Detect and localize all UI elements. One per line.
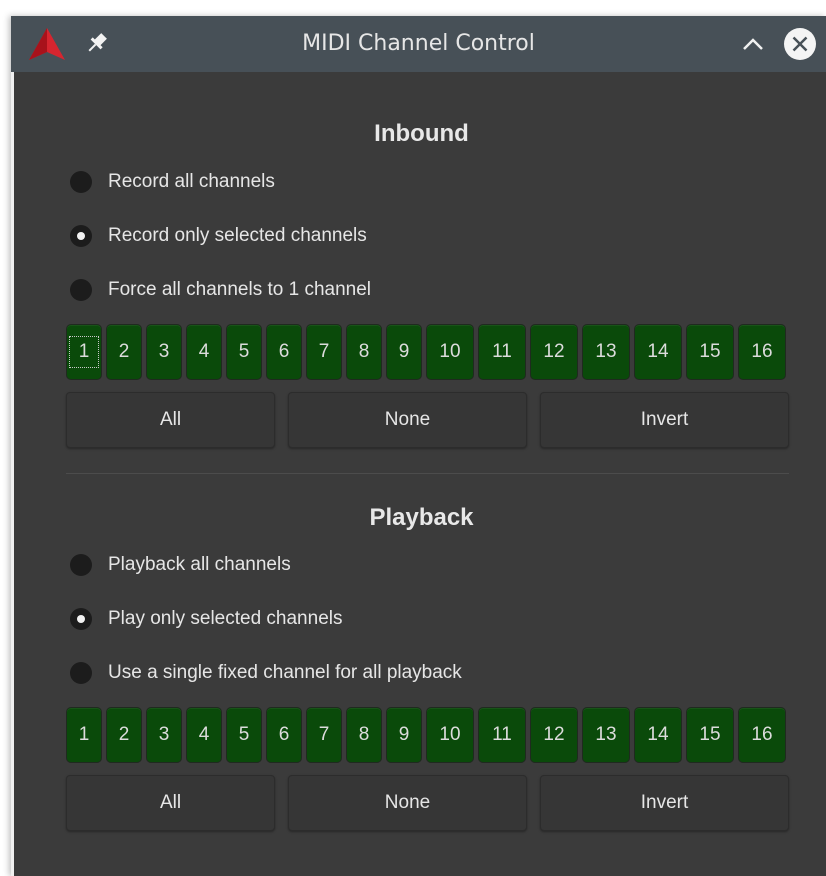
inbound-invert-button[interactable]: Invert	[540, 392, 789, 448]
channel-label: 3	[158, 341, 170, 362]
playback-channel-15[interactable]: 15	[686, 707, 734, 763]
inbound-channel-9[interactable]: 9	[386, 324, 422, 380]
channel-label: 16	[751, 724, 773, 745]
radio-button[interactable]	[70, 554, 92, 576]
channel-label: 6	[278, 341, 290, 362]
channel-label: 7	[318, 724, 330, 745]
radio-button-checked[interactable]	[70, 225, 92, 247]
playback-channel-12[interactable]: 12	[530, 707, 578, 763]
inbound-channel-12[interactable]: 12	[530, 324, 578, 380]
channel-label: 12	[543, 341, 565, 362]
radio-label: Use a single fixed channel for all playb…	[108, 662, 462, 683]
channel-label: 2	[118, 341, 130, 362]
playback-channel-4[interactable]: 4	[186, 707, 222, 763]
playback-channel-1[interactable]: 1	[66, 707, 102, 763]
inbound-channel-7[interactable]: 7	[306, 324, 342, 380]
inbound-channel-14[interactable]: 14	[634, 324, 682, 380]
radio-label: Play only selected channels	[108, 608, 343, 629]
title-bar[interactable]: MIDI Channel Control	[11, 16, 826, 72]
inbound-channel-5[interactable]: 5	[226, 324, 262, 380]
inbound-channel-buttons: 1 2 3 4 5 6 7 8 9 10 11 12 13 14 15 16	[66, 324, 789, 380]
channel-label: 16	[751, 341, 773, 362]
channel-label: 1	[78, 724, 90, 745]
channel-label: 14	[647, 724, 669, 745]
inbound-all-button[interactable]: All	[66, 392, 275, 448]
radio-play-selected[interactable]: Play only selected channels	[70, 605, 342, 633]
channel-label: 10	[439, 724, 461, 745]
channel-label: 15	[699, 724, 721, 745]
channel-label: 8	[358, 724, 370, 745]
inbound-channel-8[interactable]: 8	[346, 324, 382, 380]
radio-record-selected[interactable]: Record only selected channels	[70, 222, 367, 250]
playback-channel-9[interactable]: 9	[386, 707, 422, 763]
playback-channel-11[interactable]: 11	[478, 707, 526, 763]
playback-channel-10[interactable]: 10	[426, 707, 474, 763]
radio-single-fixed[interactable]: Use a single fixed channel for all playb…	[70, 659, 462, 687]
playback-channel-5[interactable]: 5	[226, 707, 262, 763]
channel-label: 10	[439, 341, 461, 362]
radio-label: Record all channels	[108, 171, 275, 192]
inbound-section-title: Inbound	[374, 120, 469, 147]
inbound-channel-15[interactable]: 15	[686, 324, 734, 380]
playback-none-button[interactable]: None	[288, 775, 527, 831]
radio-playback-all[interactable]: Playback all channels	[70, 551, 291, 579]
playback-channel-buttons: 1 2 3 4 5 6 7 8 9 10 11 12 13 14 15 16	[66, 707, 789, 763]
radio-button[interactable]	[70, 279, 92, 301]
channel-label: 13	[595, 341, 617, 362]
channel-label: 9	[398, 724, 410, 745]
inbound-channel-2[interactable]: 2	[106, 324, 142, 380]
radio-button-checked[interactable]	[70, 608, 92, 630]
channel-label: 3	[158, 724, 170, 745]
playback-channel-3[interactable]: 3	[146, 707, 182, 763]
channel-label: 13	[595, 724, 617, 745]
inbound-channel-13[interactable]: 13	[582, 324, 630, 380]
radio-force-single[interactable]: Force all channels to 1 channel	[70, 276, 371, 304]
channel-label: 8	[358, 341, 370, 362]
channel-label: 11	[492, 341, 512, 362]
inbound-channel-1[interactable]: 1	[66, 324, 102, 380]
channel-label: 12	[543, 724, 565, 745]
chevron-up-icon[interactable]	[740, 32, 766, 56]
inbound-channel-6[interactable]: 6	[266, 324, 302, 380]
playback-channel-8[interactable]: 8	[346, 707, 382, 763]
playback-invert-button[interactable]: Invert	[540, 775, 789, 831]
playback-channel-6[interactable]: 6	[266, 707, 302, 763]
playback-channel-13[interactable]: 13	[582, 707, 630, 763]
channel-label: 5	[238, 341, 250, 362]
radio-button[interactable]	[70, 662, 92, 684]
inbound-none-button[interactable]: None	[288, 392, 527, 448]
midi-channel-control-window: MIDI Channel Control Inbound Record all …	[11, 16, 826, 876]
inbound-channel-3[interactable]: 3	[146, 324, 182, 380]
playback-channel-14[interactable]: 14	[634, 707, 682, 763]
playback-all-button[interactable]: All	[66, 775, 275, 831]
radio-label: Record only selected channels	[108, 225, 367, 246]
inbound-channel-10[interactable]: 10	[426, 324, 474, 380]
radio-label: Playback all channels	[108, 554, 291, 575]
section-divider	[66, 473, 789, 474]
playback-channel-2[interactable]: 2	[106, 707, 142, 763]
channel-label: 1	[68, 336, 100, 368]
playback-channel-7[interactable]: 7	[306, 707, 342, 763]
radio-record-all[interactable]: Record all channels	[70, 168, 275, 196]
channel-label: 4	[198, 724, 210, 745]
inbound-channel-11[interactable]: 11	[478, 324, 526, 380]
playback-channel-16[interactable]: 16	[738, 707, 786, 763]
playback-section-title: Playback	[369, 504, 474, 531]
window-title: MIDI Channel Control	[302, 31, 535, 56]
dialog-content: Inbound Record all channels Record only …	[11, 72, 826, 876]
channel-label: 5	[238, 724, 250, 745]
channel-label: 4	[198, 341, 210, 362]
inbound-channel-4[interactable]: 4	[186, 324, 222, 380]
channel-label: 11	[492, 724, 512, 745]
channel-label: 6	[278, 724, 290, 745]
radio-button[interactable]	[70, 171, 92, 193]
radio-label: Force all channels to 1 channel	[108, 279, 371, 300]
close-icon[interactable]	[783, 27, 817, 61]
channel-label: 14	[647, 341, 669, 362]
inbound-channel-16[interactable]: 16	[738, 324, 786, 380]
channel-label: 15	[699, 341, 721, 362]
channel-label: 9	[398, 341, 410, 362]
channel-label: 2	[118, 724, 130, 745]
channel-label: 7	[318, 341, 330, 362]
